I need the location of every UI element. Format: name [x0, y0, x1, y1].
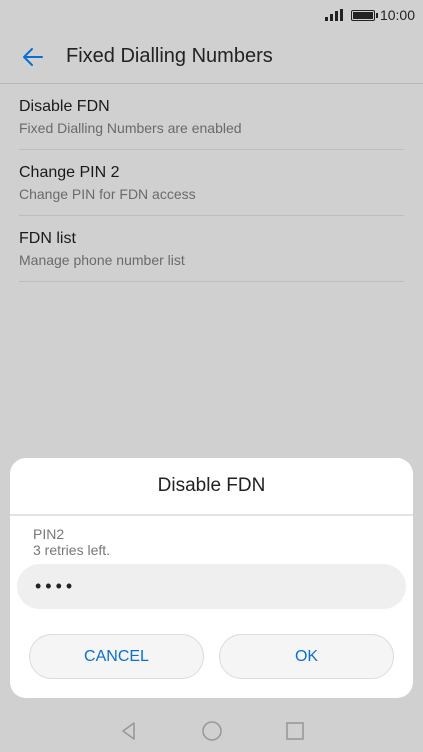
navigation-bar	[0, 710, 423, 752]
dialog-buttons: CANCEL OK	[10, 609, 413, 679]
circle-home-icon[interactable]	[201, 720, 223, 742]
page-title: Fixed Dialling Numbers	[66, 45, 273, 67]
signal-icon	[324, 9, 343, 21]
ok-button[interactable]: OK	[219, 634, 394, 679]
status-time: 10:00	[379, 7, 415, 23]
cancel-button[interactable]: CANCEL	[29, 634, 204, 679]
triangle-back-icon[interactable]	[119, 721, 139, 741]
disable-fdn-dialog: Disable FDN PIN2 3 retries left. •••• CA…	[10, 458, 413, 698]
list-item-title: Disable FDN	[19, 98, 110, 115]
arrow-left-icon[interactable]	[18, 42, 48, 72]
list-item-title: FDN list	[19, 230, 76, 247]
status-bar: 10:00	[0, 0, 423, 30]
pin2-input[interactable]: ••••	[17, 564, 406, 609]
battery-icon	[350, 9, 378, 21]
list-item-disable-fdn[interactable]: Disable FDN Fixed Dialling Numbers are e…	[19, 84, 404, 150]
square-recent-icon[interactable]	[285, 721, 305, 741]
app-bar: Fixed Dialling Numbers	[0, 30, 423, 84]
list-item-subtitle: Change PIN for FDN access	[19, 186, 196, 202]
settings-list: Disable FDN Fixed Dialling Numbers are e…	[19, 84, 404, 282]
list-item-fdn-list[interactable]: FDN list Manage phone number list	[19, 216, 404, 282]
pin-retries-hint: 3 retries left.	[33, 542, 111, 558]
dialog-title: Disable FDN	[10, 458, 413, 516]
pin-label: PIN2	[33, 526, 65, 542]
list-item-subtitle: Manage phone number list	[19, 252, 185, 268]
list-item-change-pin2[interactable]: Change PIN 2 Change PIN for FDN access	[19, 150, 404, 216]
list-item-subtitle: Fixed Dialling Numbers are enabled	[19, 120, 242, 136]
list-item-title: Change PIN 2	[19, 164, 120, 181]
